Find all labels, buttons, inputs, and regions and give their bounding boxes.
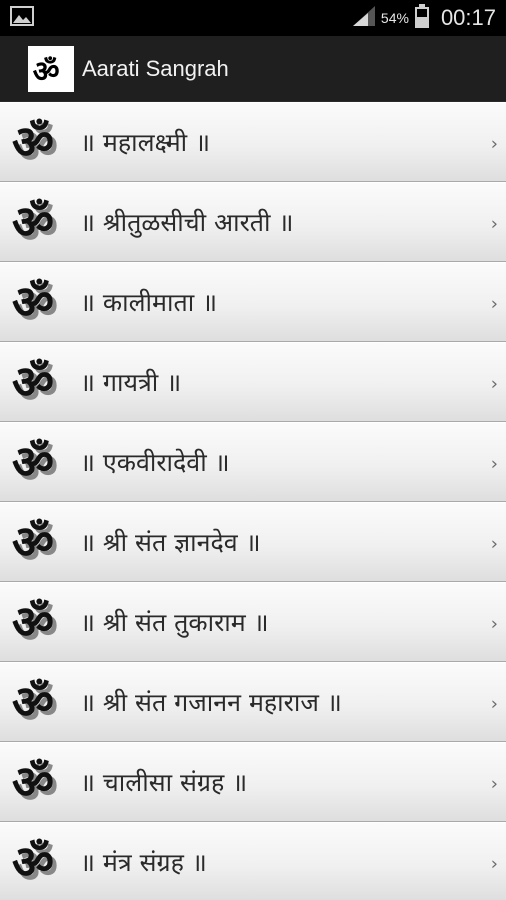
om-logo-icon[interactable]: ॐ xyxy=(28,45,74,92)
om-icon: ॐ ॐ xyxy=(10,592,70,652)
list-item[interactable]: ॐ ॐ ॥ महालक्ष्मी ॥ › xyxy=(0,102,506,182)
svg-text:ॐ: ॐ xyxy=(12,675,54,729)
list-item-label: ॥ कालीमाता ॥ xyxy=(80,288,218,317)
chevron-right-icon: › xyxy=(490,613,498,635)
clock: 00:17 xyxy=(440,5,496,30)
list-item[interactable]: ॐ ॐ ॥ श्री संत तुकाराम ॥ › xyxy=(0,582,506,662)
aarti-list: ॐ ॐ ॥ महालक्ष्मी ॥ › ॐ ॐ ॥ श्रीतुळसीची आ… xyxy=(0,102,506,900)
list-item-label: ॥ महालक्ष्मी ॥ xyxy=(80,128,211,157)
list-item[interactable]: ॐ ॐ ॥ श्रीतुळसीची आरती ॥ › xyxy=(0,182,506,262)
chevron-right-icon: › xyxy=(490,133,498,155)
list-item-label: ॥ एकवीरादेवी ॥ xyxy=(80,448,230,477)
chevron-right-icon: › xyxy=(490,773,498,795)
svg-text:ॐ: ॐ xyxy=(12,115,54,169)
svg-text:ॐ: ॐ xyxy=(12,435,54,489)
chevron-right-icon: › xyxy=(490,293,498,315)
om-icon: ॐ ॐ xyxy=(10,272,70,332)
svg-text:ॐ: ॐ xyxy=(12,755,54,809)
signal-icon xyxy=(352,5,375,31)
battery-percent: 54% xyxy=(380,10,409,26)
om-icon: ॐ ॐ xyxy=(10,832,70,892)
list-item[interactable]: ॐ ॐ ॥ एकवीरादेवी ॥ › xyxy=(0,422,506,502)
image-notification-icon xyxy=(10,5,34,31)
list-item[interactable]: ॐ ॐ ॥ गायत्री ॥ › xyxy=(0,342,506,422)
list-item-label: ॥ गायत्री ॥ xyxy=(80,368,182,397)
chevron-right-icon: › xyxy=(490,453,498,475)
list-item-label: ॥ श्री संत गजानन महाराज ॥ xyxy=(80,688,342,717)
om-icon: ॐ ॐ xyxy=(10,752,70,812)
om-icon: ॐ ॐ xyxy=(10,192,70,252)
chevron-right-icon: › xyxy=(490,853,498,875)
chevron-right-icon: › xyxy=(490,693,498,715)
om-icon: ॐ ॐ xyxy=(10,112,70,172)
status-bar: 54% 00:17 xyxy=(0,0,506,36)
om-icon: ॐ ॐ xyxy=(10,672,70,732)
svg-text:ॐ: ॐ xyxy=(12,275,54,329)
app-bar: ॐ Aarati Sangrah xyxy=(0,36,506,102)
svg-text:ॐ: ॐ xyxy=(12,355,54,409)
list-item[interactable]: ॐ ॐ ॥ श्री संत ज्ञानदेव ॥ › xyxy=(0,502,506,582)
svg-text:ॐ: ॐ xyxy=(12,835,54,889)
list-item-label: ॥ मंत्र संग्रह ॥ xyxy=(80,848,207,877)
chevron-right-icon: › xyxy=(490,373,498,395)
svg-text:ॐ: ॐ xyxy=(12,195,54,249)
battery-icon xyxy=(414,3,429,33)
list-item-label: ॥ चालीसा संग्रह ॥ xyxy=(80,768,248,797)
list-item-label: ॥ श्रीतुळसीची आरती ॥ xyxy=(80,208,294,237)
app-title: Aarati Sangrah xyxy=(82,55,229,81)
om-icon: ॐ ॐ xyxy=(10,432,70,492)
list-item[interactable]: ॐ ॐ ॥ चालीसा संग्रह ॥ › xyxy=(0,742,506,822)
om-icon: ॐ ॐ xyxy=(10,352,70,412)
list-item[interactable]: ॐ ॐ ॥ मंत्र संग्रह ॥ › xyxy=(0,822,506,900)
svg-text:ॐ: ॐ xyxy=(12,515,54,569)
list-item-label: ॥ श्री संत तुकाराम ॥ xyxy=(80,608,269,637)
chevron-right-icon: › xyxy=(490,213,498,235)
list-item-label: ॥ श्री संत ज्ञानदेव ॥ xyxy=(80,528,261,557)
list-item[interactable]: ॐ ॐ ॥ कालीमाता ॥ › xyxy=(0,262,506,342)
list-item[interactable]: ॐ ॐ ॥ श्री संत गजानन महाराज ॥ › xyxy=(0,662,506,742)
om-icon: ॐ ॐ xyxy=(10,512,70,572)
svg-text:ॐ: ॐ xyxy=(12,595,54,649)
chevron-right-icon: › xyxy=(490,533,498,555)
svg-text:ॐ: ॐ xyxy=(33,54,60,88)
